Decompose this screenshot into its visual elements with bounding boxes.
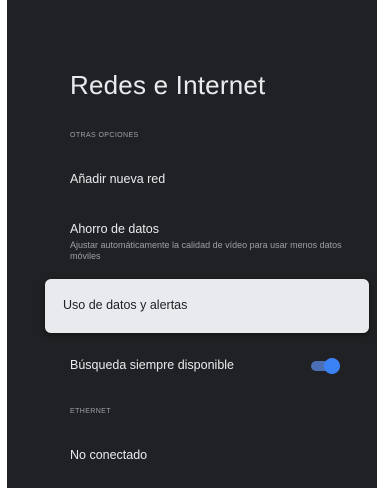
ethernet-status-label: No conectado: [70, 448, 148, 462]
data-saver-label: Ahorro de datos: [70, 222, 159, 236]
always-scan-toggle[interactable]: [309, 358, 340, 374]
add-network-label: Añadir nueva red: [70, 172, 166, 186]
settings-panel: Redes e Internet OTRAS OPCIONES Añadir n…: [7, 0, 377, 488]
section-header-other-options: OTRAS OPCIONES: [70, 132, 139, 139]
always-scan-label: Búsqueda siempre disponible: [70, 358, 234, 372]
data-usage-label: Uso de datos y alertas: [63, 298, 188, 312]
toggle-knob: [324, 358, 340, 374]
screen: Redes e Internet OTRAS OPCIONES Añadir n…: [0, 0, 385, 488]
data-saver-description: Ajustar automáticamente la calidad de ví…: [70, 240, 342, 261]
section-header-ethernet: ETHERNET: [70, 408, 111, 415]
data-usage-item[interactable]: Uso de datos y alertas: [45, 279, 369, 333]
page-title: Redes e Internet: [70, 70, 266, 100]
